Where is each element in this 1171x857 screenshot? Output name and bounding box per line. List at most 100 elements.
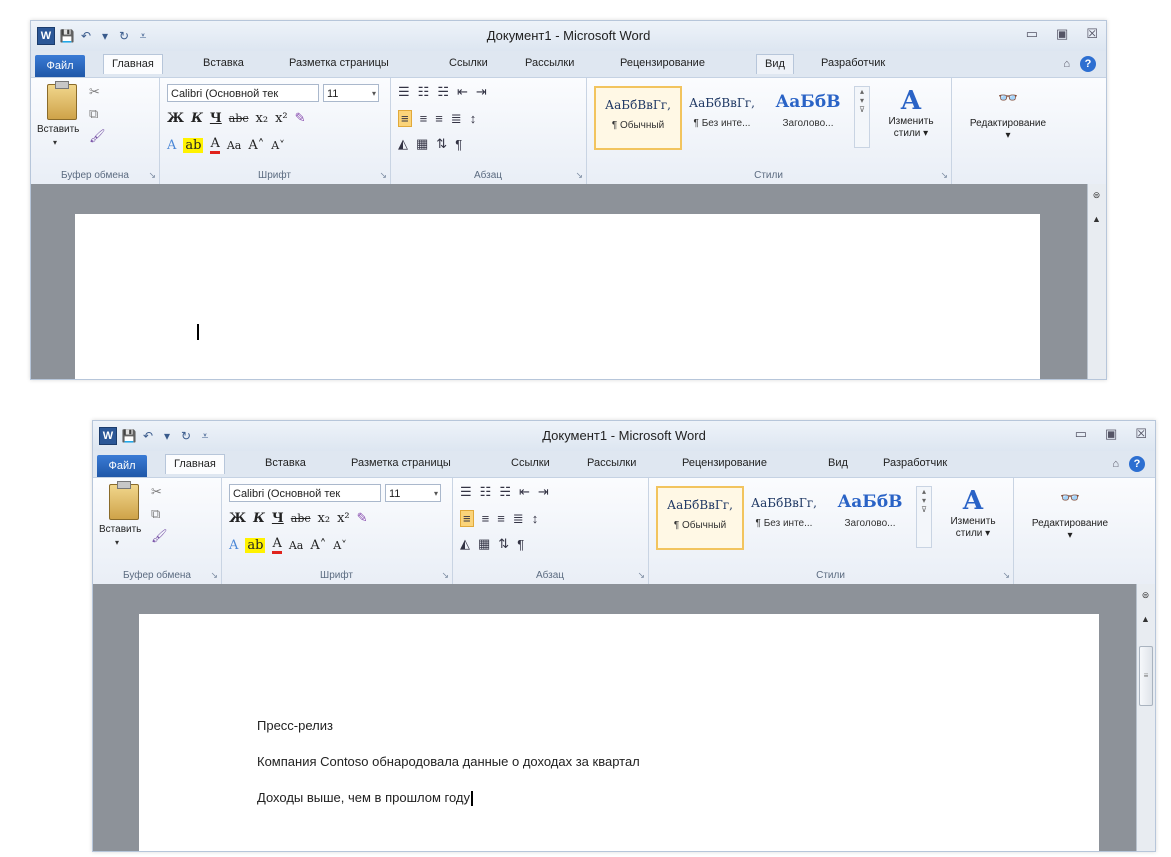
justify-icon[interactable]: ≣ [513,511,524,527]
style-heading1[interactable]: АаБбВ Заголово... [766,86,850,146]
cut-icon[interactable]: ✂ [89,84,100,100]
italic-icon[interactable]: К [191,111,203,126]
strikethrough-icon[interactable]: abc [229,112,249,125]
style-normal[interactable]: АаБбВвГг, ¶ Обычный [594,86,682,150]
justify-icon[interactable]: ≣ [451,111,462,127]
paste-dropdown-icon[interactable]: ▾ [53,138,57,147]
tab-insert[interactable]: Вставка [265,457,306,469]
paste-icon[interactable] [47,81,77,120]
font-color-icon[interactable]: A [210,136,220,154]
paste-icon[interactable] [109,481,139,520]
dialog-launcher-icon[interactable]: ↘ [940,170,948,181]
tab-insert[interactable]: Вставка [203,57,244,69]
align-left-icon[interactable]: ≡ [460,510,474,527]
tab-review[interactable]: Рецензирование [620,57,705,69]
editing-button[interactable]: 👓 Редактирование ▾ [1013,488,1127,542]
font-name-combobox[interactable]: Calibri (Основной тек [167,84,319,102]
font-size-combobox[interactable]: 11 ▾ [323,84,379,102]
close-button[interactable]: ☒ [1135,426,1147,442]
paste-button[interactable]: Вставить [37,124,79,135]
align-right-icon[interactable]: ≡ [497,511,505,526]
vertical-scrollbar[interactable]: ⊜ ▲ ≡ [1136,584,1155,851]
tab-developer[interactable]: Разработчик [883,457,947,469]
grow-font-icon[interactable]: A˄ [248,138,264,153]
show-marks-icon[interactable]: ¶ [455,137,462,152]
tab-page-layout[interactable]: Разметка страницы [351,457,451,469]
multilevel-list-icon[interactable]: ☵ [437,84,449,100]
borders-icon[interactable]: ▦ [478,536,490,552]
borders-icon[interactable]: ▦ [416,136,428,152]
italic-icon[interactable]: К [253,511,265,526]
bold-icon[interactable]: Ж [167,111,184,126]
grow-font-icon[interactable]: A˄ [310,538,326,553]
increase-indent-icon[interactable]: ⇥ [476,84,487,100]
bold-icon[interactable]: Ж [229,511,246,526]
highlight-icon[interactable]: ab [245,537,266,553]
ribbon-collapse-icon[interactable]: ⌂ [1063,58,1070,70]
dialog-launcher-icon[interactable]: ↘ [575,170,583,181]
bullets-icon[interactable]: ☰ [398,84,410,100]
align-center-icon[interactable]: ≡ [482,511,490,526]
ruler-toggle-icon[interactable]: ⊜ [1090,190,1103,204]
paste-button[interactable]: Вставить [99,524,141,535]
font-size-combobox[interactable]: 11 ▾ [385,484,441,502]
increase-indent-icon[interactable]: ⇥ [538,484,549,500]
scroll-up-icon[interactable]: ▲ [1090,214,1103,228]
sort-icon[interactable]: ⇅ [436,136,447,152]
style-heading1[interactable]: АаБбВ Заголово... [828,486,912,546]
font-color-icon[interactable]: A [272,536,282,554]
decrease-indent-icon[interactable]: ⇤ [519,484,530,500]
align-left-icon[interactable]: ≡ [398,110,412,127]
align-right-icon[interactable]: ≡ [435,111,443,126]
format-painter-icon[interactable]: 🖌 [89,128,106,144]
line-spacing-icon[interactable]: ↕ [532,511,539,526]
dialog-launcher-icon[interactable]: ↘ [441,570,449,581]
bullets-icon[interactable]: ☰ [460,484,472,500]
superscript-icon[interactable]: x² [275,111,288,126]
change-styles-button[interactable]: A Изменить стили ▾ [876,86,946,140]
line-spacing-icon[interactable]: ↕ [470,111,477,126]
tab-page-layout[interactable]: Разметка страницы [289,57,389,69]
change-styles-button[interactable]: A Изменить стили ▾ [938,486,1008,540]
minimize-button[interactable]: ▭ [1026,26,1038,42]
show-marks-icon[interactable]: ¶ [517,537,524,552]
shading-icon[interactable]: ◭ [398,136,408,152]
text-effects-icon[interactable]: A [229,538,238,553]
editing-button[interactable]: 👓 Редактирование ▾ [951,88,1065,142]
tab-developer[interactable]: Разработчик [821,57,885,69]
help-icon[interactable]: ? [1129,456,1145,472]
decrease-indent-icon[interactable]: ⇤ [457,84,468,100]
subscript-icon[interactable]: x₂ [318,511,331,526]
maximize-button[interactable]: ▣ [1056,26,1068,42]
align-center-icon[interactable]: ≡ [420,111,428,126]
superscript-icon[interactable]: x² [337,511,350,526]
tab-review[interactable]: Рецензирование [682,457,767,469]
shrink-font-icon[interactable]: A˅ [333,539,346,552]
vertical-scrollbar[interactable]: ⊜ ▲ [1087,184,1106,379]
copy-icon[interactable]: ⧉ [89,106,98,122]
format-painter-icon[interactable]: 🖌 [151,528,168,544]
shading-icon[interactable]: ◭ [460,536,470,552]
subscript-icon[interactable]: x₂ [256,111,269,126]
tab-home[interactable]: Главная [103,54,163,74]
ruler-toggle-icon[interactable]: ⊜ [1139,590,1152,604]
style-normal[interactable]: АаБбВвГг, ¶ Обычный [656,486,744,550]
tab-references[interactable]: Ссылки [449,57,488,69]
text-effects-icon[interactable]: A [167,138,176,153]
dialog-launcher-icon[interactable]: ↘ [637,570,645,581]
copy-icon[interactable]: ⧉ [151,506,160,522]
dialog-launcher-icon[interactable]: ↘ [379,170,387,181]
numbering-icon[interactable]: ☷ [480,484,492,500]
multilevel-list-icon[interactable]: ☵ [499,484,511,500]
clear-formatting-icon[interactable]: ✎ [357,511,368,526]
font-name-combobox[interactable]: Calibri (Основной тек [229,484,381,502]
styles-gallery-scroll[interactable]: ▴ ▾ ⊽ [854,86,870,148]
tab-references[interactable]: Ссылки [511,457,550,469]
numbering-icon[interactable]: ☷ [418,84,430,100]
styles-gallery-scroll[interactable]: ▴ ▾ ⊽ [916,486,932,548]
highlight-icon[interactable]: ab [183,137,204,153]
close-button[interactable]: ☒ [1086,26,1098,42]
tab-file[interactable]: Файл [97,455,147,477]
tab-view[interactable]: Вид [828,457,848,469]
tab-home[interactable]: Главная [165,454,225,474]
